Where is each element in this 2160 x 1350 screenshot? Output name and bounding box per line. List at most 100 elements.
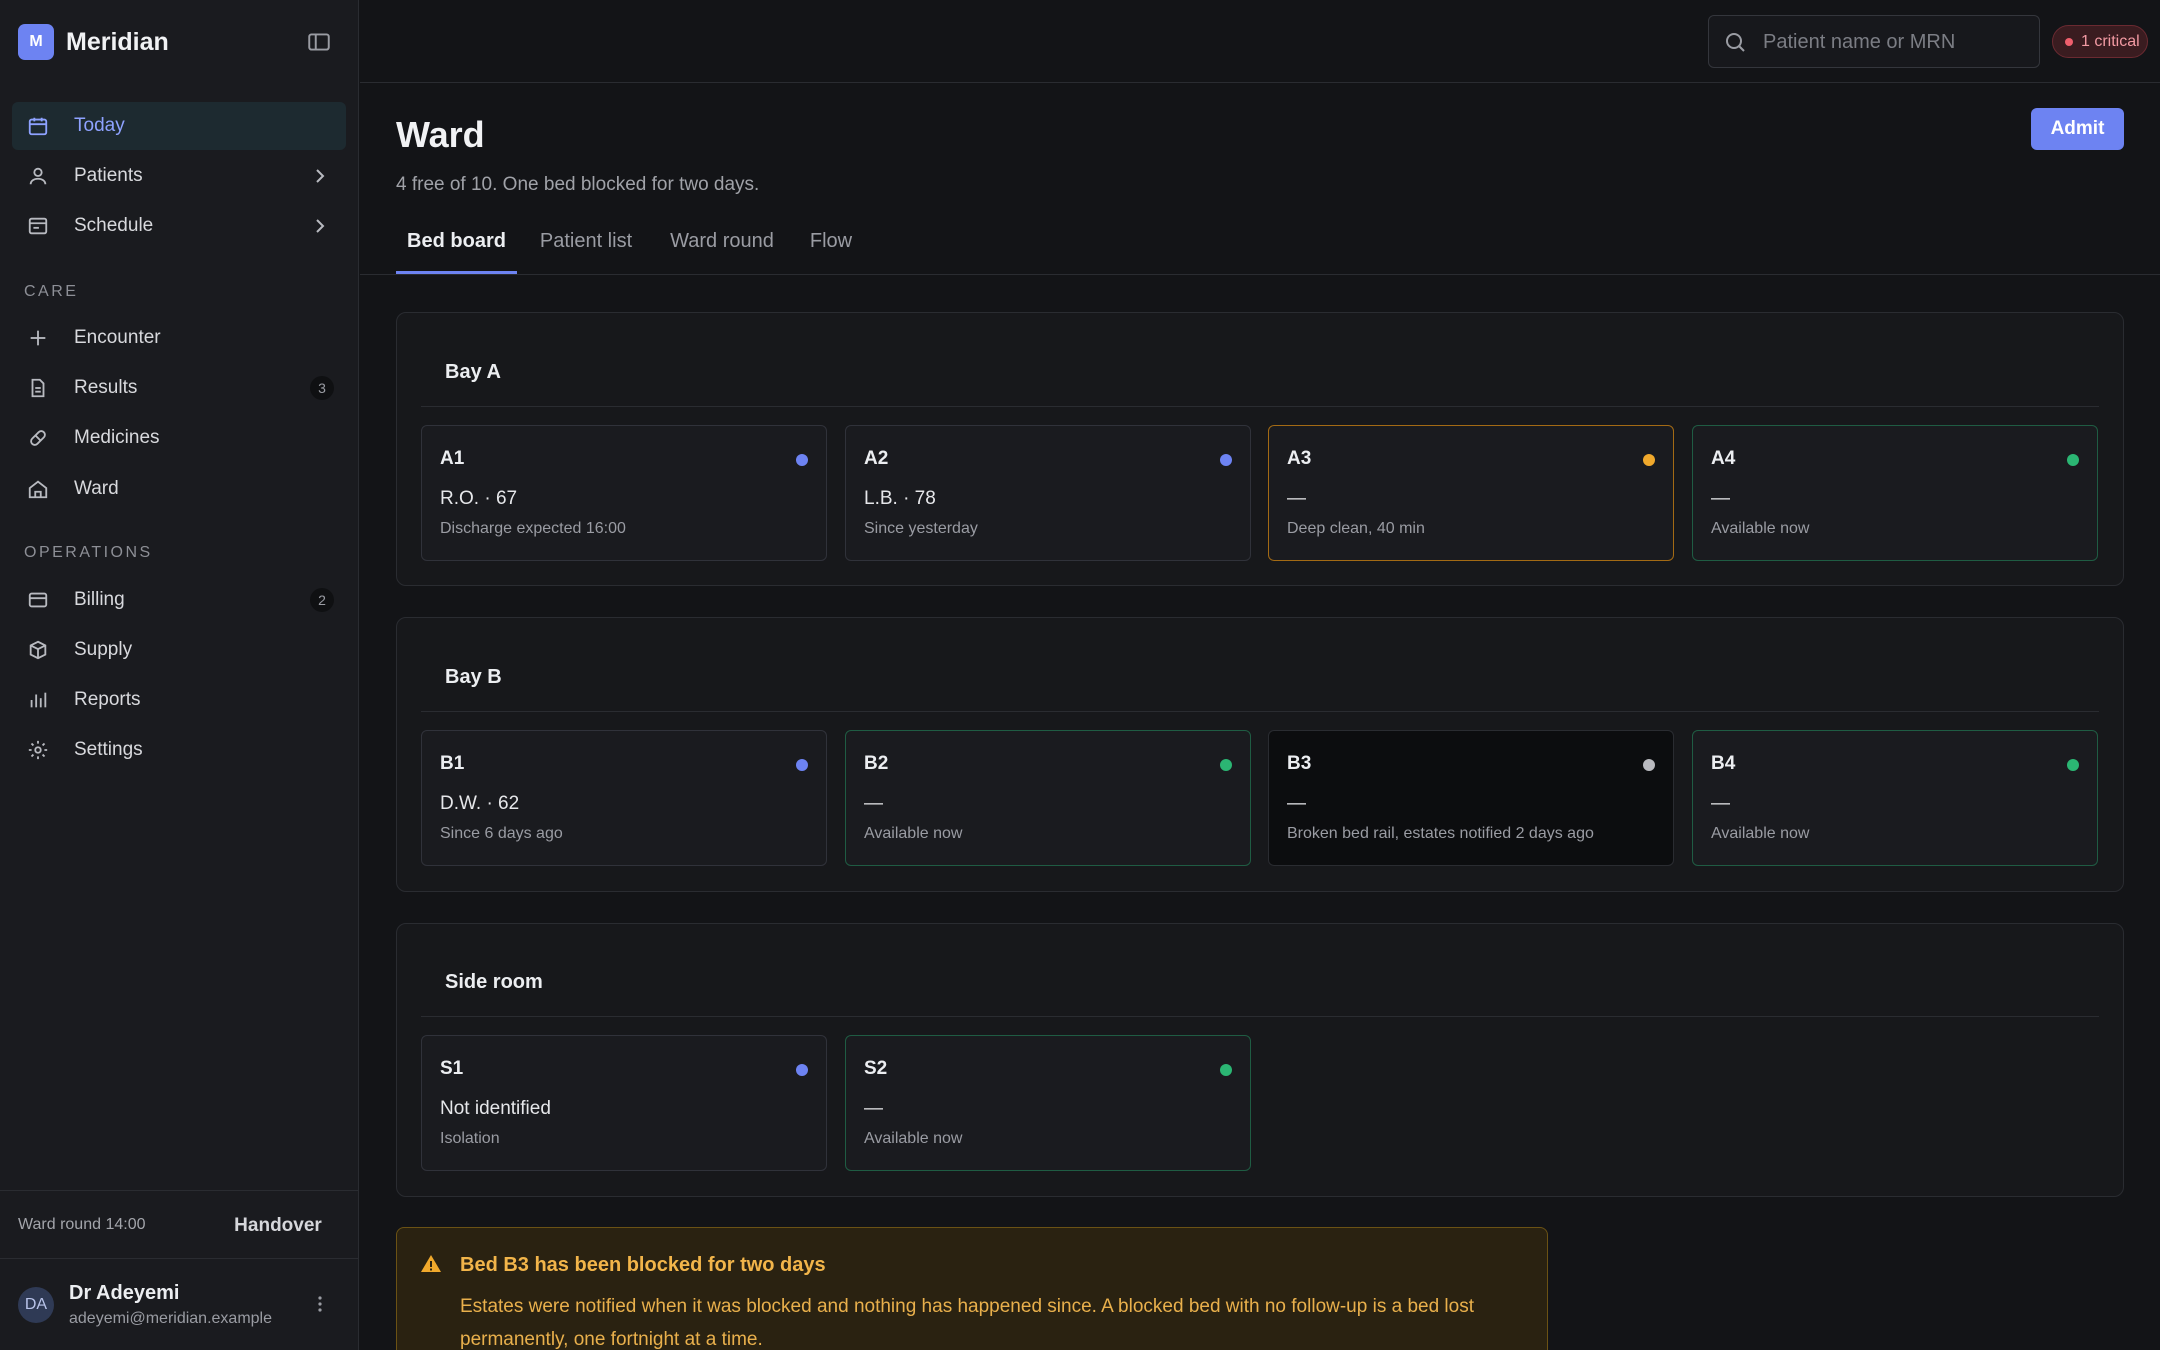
bed-card-a3[interactable]: A3 — Deep clean, 40 min bbox=[1268, 425, 1674, 561]
bed-card-a1[interactable]: A1 R.O. · 67 Discharge expected 16:00 bbox=[421, 425, 827, 561]
status-dot-icon bbox=[796, 759, 808, 771]
bed-patient: R.O. · 67 bbox=[440, 488, 518, 509]
brand-logo: M bbox=[18, 24, 54, 60]
tab-bed-board[interactable]: Bed board bbox=[396, 230, 517, 274]
bed-card-b1[interactable]: B1 D.W. · 62 Since 6 days ago bbox=[421, 730, 827, 866]
bed-patient: — bbox=[1711, 488, 1730, 509]
search-input[interactable] bbox=[1763, 26, 2023, 58]
status-dot-icon bbox=[2067, 759, 2079, 771]
tabs-divider bbox=[360, 274, 2160, 275]
bay-divider bbox=[421, 711, 2099, 712]
bed-card-s1[interactable]: S1 Not identified Isolation bbox=[421, 1035, 827, 1171]
bed-note: Available now bbox=[864, 825, 963, 842]
user-icon bbox=[26, 164, 50, 188]
bed-patient: L.B. · 78 bbox=[864, 488, 936, 509]
search-box[interactable] bbox=[1708, 15, 2040, 68]
nav-ward[interactable]: Ward bbox=[12, 465, 346, 513]
section-label-operations: OPERATIONS bbox=[24, 544, 153, 561]
status-dot-icon bbox=[1220, 759, 1232, 771]
avatar[interactable]: DA bbox=[18, 1287, 54, 1323]
nav-results[interactable]: Results 3 bbox=[12, 364, 346, 412]
billing-count-badge: 2 bbox=[310, 588, 334, 612]
nav-patients[interactable]: Patients bbox=[12, 152, 346, 200]
bed-card-b4[interactable]: B4 — Available now bbox=[1692, 730, 2098, 866]
bed-note: Broken bed rail, estates notified 2 days… bbox=[1287, 825, 1594, 842]
bed-id: B2 bbox=[864, 753, 889, 774]
tab-flow[interactable]: Flow bbox=[807, 230, 855, 274]
critical-label: 1 critical bbox=[2081, 32, 2140, 50]
bed-card-a4[interactable]: A4 — Available now bbox=[1692, 425, 2098, 561]
chevron-right-icon bbox=[308, 214, 332, 238]
bed-note: Discharge expected 16:00 bbox=[440, 520, 626, 537]
search-icon bbox=[1723, 30, 1747, 54]
bed-id: A4 bbox=[1711, 448, 1736, 469]
chevron-right-icon bbox=[308, 164, 332, 188]
nav-medicines[interactable]: Medicines bbox=[12, 414, 346, 462]
status-dot-icon bbox=[1220, 454, 1232, 466]
sidebar: M Meridian Today Patients Schedule CARE bbox=[0, 0, 359, 1350]
nav-schedule[interactable]: Schedule bbox=[12, 202, 346, 250]
nav-label: Today bbox=[74, 115, 125, 136]
critical-alert-badge[interactable]: 1 critical bbox=[2052, 25, 2148, 58]
ward-icon bbox=[26, 477, 50, 501]
nav-label: Ward bbox=[74, 478, 119, 499]
bed-card-b2[interactable]: B2 — Available now bbox=[845, 730, 1251, 866]
bed-id: S2 bbox=[864, 1058, 888, 1079]
admit-button[interactable]: Admit bbox=[2031, 108, 2124, 150]
nav-label: Results bbox=[74, 377, 138, 398]
warning-icon bbox=[419, 1252, 443, 1276]
bed-card-b3[interactable]: B3 — Broken bed rail, estates notified 2… bbox=[1268, 730, 1674, 866]
bed-note: Deep clean, 40 min bbox=[1287, 520, 1425, 537]
handover-button[interactable]: Handover bbox=[226, 1212, 330, 1240]
bed-patient: — bbox=[864, 793, 883, 814]
nav-label: Reports bbox=[74, 689, 141, 710]
status-dot-icon bbox=[1643, 759, 1655, 771]
bed-id: A2 bbox=[864, 448, 889, 469]
bar-chart-icon bbox=[26, 688, 50, 712]
bed-patient: — bbox=[1287, 793, 1306, 814]
bed-id: B1 bbox=[440, 753, 465, 774]
bed-patient: — bbox=[1711, 793, 1730, 814]
bed-patient: D.W. · 62 bbox=[440, 793, 520, 814]
alert-body: Estates were notified when it was blocke… bbox=[460, 1296, 1474, 1350]
nav-supply[interactable]: Supply bbox=[12, 626, 346, 674]
bay-title: Bay B bbox=[445, 666, 502, 688]
bed-note: Available now bbox=[1711, 825, 1810, 842]
bed-patient: — bbox=[1287, 488, 1306, 509]
nav-encounter[interactable]: Encounter bbox=[12, 314, 346, 362]
schedule-icon bbox=[26, 214, 50, 238]
nav-settings[interactable]: Settings bbox=[12, 726, 346, 774]
more-vertical-icon[interactable] bbox=[308, 1292, 332, 1316]
footer-divider bbox=[0, 1190, 359, 1191]
tab-ward-round[interactable]: Ward round bbox=[667, 230, 777, 274]
calendar-icon bbox=[26, 114, 50, 138]
bay-panel-a: Bay A A1 R.O. · 67 Discharge expected 16… bbox=[396, 312, 2124, 586]
bed-patient: Not identified bbox=[440, 1098, 551, 1119]
brand[interactable]: M Meridian bbox=[18, 24, 169, 60]
sidebar-toggle-icon[interactable] bbox=[306, 29, 332, 55]
bed-id: A3 bbox=[1287, 448, 1312, 469]
user-name: Dr Adeyemi bbox=[69, 1282, 180, 1304]
bed-card-s2[interactable]: S2 — Available now bbox=[845, 1035, 1251, 1171]
page-subtitle: 4 free of 10. One bed blocked for two da… bbox=[396, 174, 760, 195]
section-label-care: CARE bbox=[24, 283, 79, 300]
results-count-badge: 3 bbox=[310, 376, 334, 400]
bed-id: S1 bbox=[440, 1058, 464, 1079]
nav-reports[interactable]: Reports bbox=[12, 676, 346, 724]
bed-patient: — bbox=[864, 1098, 883, 1119]
plus-icon bbox=[26, 326, 50, 350]
bed-id: B4 bbox=[1711, 753, 1736, 774]
nav-today[interactable]: Today bbox=[12, 102, 346, 150]
status-dot-icon bbox=[1220, 1064, 1232, 1076]
nav-label: Billing bbox=[74, 589, 125, 610]
pill-icon bbox=[26, 426, 50, 450]
tab-patient-list[interactable]: Patient list bbox=[538, 230, 634, 274]
nav-label: Medicines bbox=[74, 427, 160, 448]
gear-icon bbox=[26, 738, 50, 762]
nav-billing[interactable]: Billing 2 bbox=[12, 576, 346, 624]
user-email: adeyemi@meridian.example bbox=[69, 1310, 272, 1327]
document-icon bbox=[26, 376, 50, 400]
bed-card-a2[interactable]: A2 L.B. · 78 Since yesterday bbox=[845, 425, 1251, 561]
bed-note: Available now bbox=[864, 1130, 963, 1147]
status-dot-icon bbox=[796, 454, 808, 466]
